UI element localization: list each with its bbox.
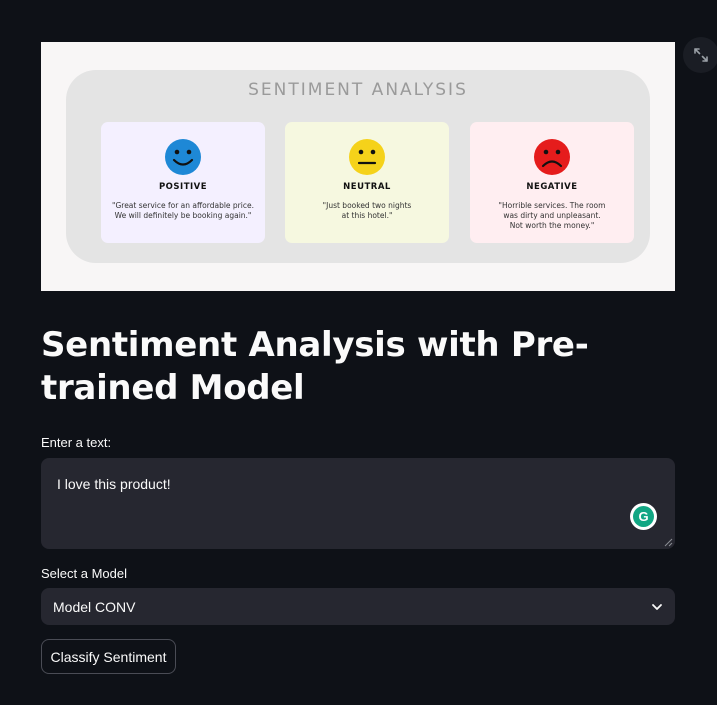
classify-sentiment-button[interactable]: Classify Sentiment: [41, 639, 176, 674]
model-select-label: Select a Model: [41, 566, 127, 581]
sad-face-icon: [534, 139, 570, 175]
negative-quote: "Horrible services. The room was dirty a…: [498, 201, 606, 230]
banner-title: SENTIMENT ANALYSIS: [248, 80, 468, 100]
page-title: Sentiment Analysis with Pre-trained Mode…: [41, 325, 589, 408]
positive-quote: "Great service for an affordable price. …: [112, 201, 254, 220]
neutral-quote: "Just booked two nights at this hotel.": [322, 201, 412, 220]
resize-handle-icon[interactable]: [664, 538, 673, 547]
grammarly-button[interactable]: G: [630, 503, 657, 530]
positive-card: POSITIVE "Great service for an affordabl…: [101, 122, 265, 243]
negative-card: NEGATIVE "Horrible services. The room wa…: [470, 122, 634, 243]
grammarly-icon: G: [633, 506, 654, 527]
positive-label: POSITIVE: [158, 182, 208, 192]
chevron-down-icon: [652, 603, 662, 610]
negative-label: NEGATIVE: [526, 182, 578, 192]
text-input-value: I love this product!: [57, 476, 171, 492]
happy-face-icon: [165, 139, 201, 175]
grammarly-letter: G: [638, 509, 649, 524]
neutral-label: NEUTRAL: [343, 182, 391, 192]
text-input[interactable]: I love this product! G: [41, 458, 675, 549]
neutral-card: NEUTRAL "Just booked two nights at this …: [285, 122, 449, 243]
fullscreen-button[interactable]: [683, 37, 717, 73]
fullscreen-expand-icon: [694, 48, 708, 62]
banner-image: SENTIMENT ANALYSIS POSITIVE "Great servi…: [41, 42, 675, 291]
neutral-face-icon: [349, 139, 385, 175]
model-select-value: Model CONV: [53, 598, 136, 615]
text-input-label: Enter a text:: [41, 435, 112, 450]
model-select[interactable]: Model CONV: [41, 588, 675, 625]
banner-card: SENTIMENT ANALYSIS POSITIVE "Great servi…: [66, 70, 650, 263]
